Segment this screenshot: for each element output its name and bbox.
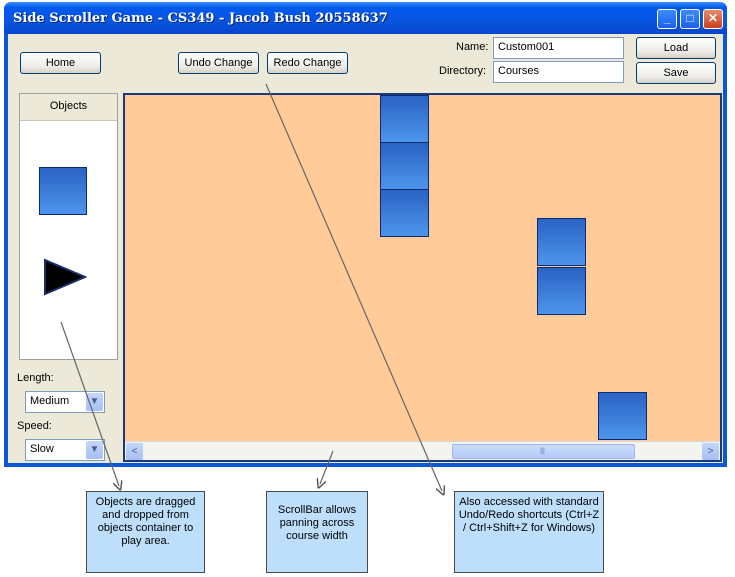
scrollbar-annotation: ScrollBar allows panning across course w… <box>266 491 368 573</box>
undo-redo-annotation: Also accessed with standard Undo/Redo sh… <box>454 491 604 573</box>
objects-annotation: Objects are dragged and dropped from obj… <box>86 491 205 573</box>
